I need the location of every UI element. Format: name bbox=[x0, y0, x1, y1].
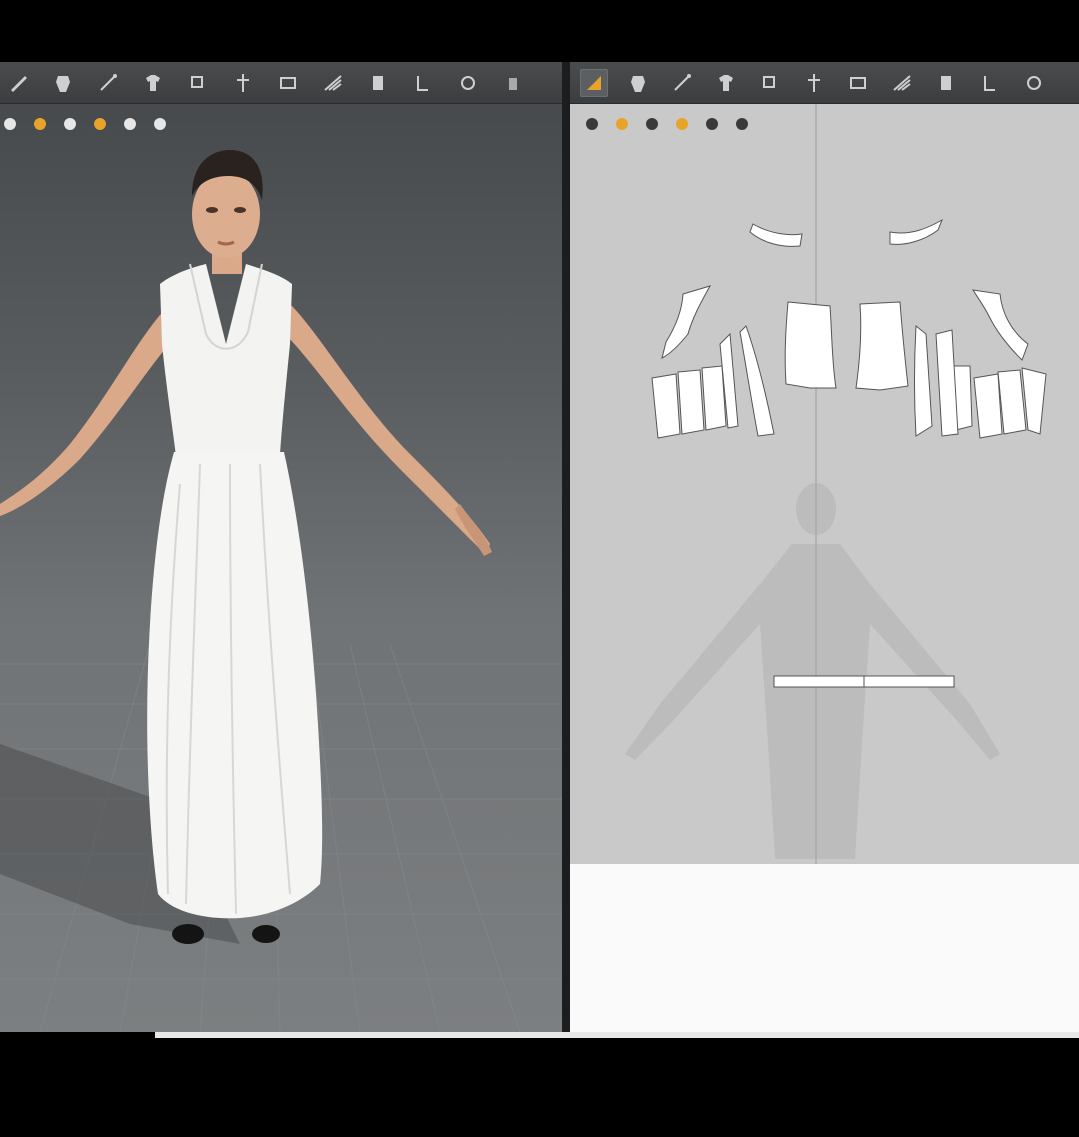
tool-3d-shirt-button[interactable] bbox=[139, 69, 167, 97]
tool-3d-tack-button[interactable] bbox=[409, 69, 437, 97]
tool-2d-add-point-button[interactable] bbox=[756, 69, 784, 97]
texture-icon[interactable] bbox=[120, 114, 140, 134]
tool-2d-segment-sewing-button[interactable] bbox=[932, 69, 960, 97]
tool-2d-curve-point-button[interactable] bbox=[800, 69, 828, 97]
viewport-2d-pattern[interactable] bbox=[570, 104, 1079, 864]
tool-2d-edit-pattern-button[interactable] bbox=[580, 68, 608, 97]
tool-3d-grid-fold-button[interactable] bbox=[319, 69, 347, 97]
skin-icon[interactable] bbox=[90, 114, 110, 134]
export-icon[interactable] bbox=[732, 114, 752, 134]
video-letterbox-bottom bbox=[0, 1038, 1079, 1137]
toolbar-2d bbox=[570, 62, 1079, 104]
internal-line-icon bbox=[850, 76, 866, 89]
layer-icon bbox=[373, 75, 383, 90]
tool-2d-free-sewing-button[interactable] bbox=[976, 69, 1004, 97]
curve-point-icon bbox=[808, 73, 820, 92]
arrange-icon[interactable] bbox=[582, 114, 602, 134]
tool-3d-measure-button[interactable] bbox=[454, 69, 482, 97]
floor-grid bbox=[0, 150, 562, 1032]
tool-2d-polygon-button[interactable] bbox=[668, 69, 696, 97]
grid-fold-icon bbox=[324, 74, 342, 91]
avatar-display-icon[interactable] bbox=[0, 114, 20, 134]
fabric-render-icon[interactable] bbox=[60, 114, 80, 134]
transform-points-icon bbox=[631, 75, 645, 92]
free-sewing-icon bbox=[984, 75, 995, 91]
pleat-icon bbox=[1027, 75, 1041, 90]
export-icon[interactable] bbox=[150, 114, 170, 134]
window-divider[interactable] bbox=[562, 62, 570, 1038]
avatar-silhouette bbox=[625, 483, 1000, 859]
tool-3d-line-draw-button[interactable] bbox=[94, 69, 122, 97]
segment-sewing-icon bbox=[941, 75, 951, 90]
polygon-icon bbox=[674, 73, 691, 91]
tool-3d-garment-select-button[interactable] bbox=[49, 69, 77, 97]
pin-icon bbox=[237, 73, 249, 92]
tool-3d-pin-button[interactable] bbox=[229, 69, 257, 97]
tool-2d-dart-button[interactable] bbox=[888, 69, 916, 97]
pencil-tool-icon bbox=[11, 75, 27, 92]
tool-2d-transform-points-button[interactable] bbox=[624, 69, 652, 97]
tool-2d-rectangle-button[interactable] bbox=[712, 69, 740, 97]
select-move-icon bbox=[191, 75, 203, 88]
viewport-3d[interactable] bbox=[0, 104, 562, 1032]
measure-icon bbox=[461, 75, 475, 90]
video-letterbox-top bbox=[0, 0, 1079, 62]
tool-3d-box-select-button[interactable] bbox=[274, 69, 302, 97]
viewport-2d-icons bbox=[582, 114, 752, 134]
tack-icon bbox=[417, 75, 428, 91]
garment-display-icon[interactable] bbox=[30, 114, 50, 134]
pattern-canvas bbox=[625, 104, 1047, 864]
rectangle-icon bbox=[719, 74, 733, 91]
avatar-tool-icon bbox=[509, 77, 517, 90]
box-select-icon bbox=[280, 76, 296, 89]
tool-3d-select-move-button[interactable] bbox=[184, 69, 212, 97]
rotate-icon[interactable] bbox=[612, 114, 632, 134]
tool-2d-internal-line-button[interactable] bbox=[844, 69, 872, 97]
viewport-3d-icons bbox=[0, 114, 170, 134]
line-draw-icon bbox=[100, 73, 117, 91]
add-point-icon bbox=[763, 75, 775, 88]
sun-icon[interactable] bbox=[672, 114, 692, 134]
edit-pattern-icon bbox=[587, 75, 601, 90]
property-panel bbox=[570, 864, 1079, 1032]
tool-3d-avatar-tool-button[interactable] bbox=[499, 69, 527, 97]
dart-icon bbox=[893, 74, 911, 91]
tool-3d-pencil-tool-button[interactable] bbox=[4, 69, 32, 97]
search-icon[interactable] bbox=[642, 114, 662, 134]
shirt-icon bbox=[146, 74, 160, 91]
toolbar-3d bbox=[0, 62, 562, 104]
tool-2d-pleat-button[interactable] bbox=[1020, 69, 1048, 97]
garment-select-icon bbox=[56, 75, 70, 92]
tool-3d-layer-button[interactable] bbox=[364, 69, 392, 97]
fabric-icon[interactable] bbox=[702, 114, 722, 134]
